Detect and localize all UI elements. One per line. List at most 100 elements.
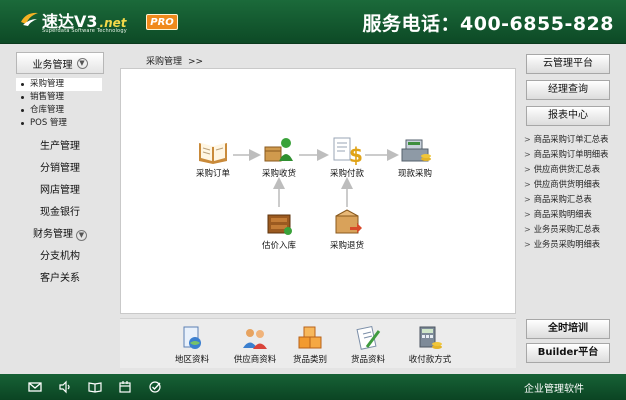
footer-product-label: 企业管理软件 bbox=[524, 384, 584, 395]
breadcrumb-separator: >> bbox=[188, 57, 204, 67]
report-link[interactable]: > 业务员采购明细表 bbox=[524, 237, 614, 252]
chevron-right-icon: > bbox=[524, 225, 531, 234]
flow-node-valuation-inbound[interactable]: 估价入库 bbox=[249, 207, 309, 251]
business-management-menu[interactable]: 业务管理 ▼ bbox=[16, 52, 104, 74]
people-icon bbox=[243, 329, 267, 349]
chevron-right-icon: > bbox=[524, 210, 531, 219]
flow-node-purchase-payment[interactable]: $ 采购付款 bbox=[317, 135, 377, 179]
report-link-label: 业务员采购汇总表 bbox=[533, 224, 601, 234]
document-pencil-icon bbox=[356, 325, 381, 350]
submenu-item-pos[interactable]: POS 管理 bbox=[16, 117, 102, 130]
chevron-down-icon: ▼ bbox=[76, 57, 88, 69]
nav-list: 生产管理 分销管理 网店管理 现金银行 财务管理 ▼ 分支机构 客户关系 bbox=[12, 136, 106, 290]
sidebar-item-label: 财务管理 bbox=[33, 229, 73, 240]
report-link[interactable]: > 商品采购订单汇总表 bbox=[524, 132, 614, 147]
boxes-icon bbox=[298, 326, 322, 349]
sidebar-item-online-store[interactable]: 网店管理 bbox=[16, 180, 104, 202]
svg-text:$: $ bbox=[349, 143, 363, 165]
logo-tagline: Superdata Software Technology bbox=[42, 28, 127, 34]
sidebar-item-production[interactable]: 生产管理 bbox=[16, 136, 104, 158]
report-link[interactable]: > 供应商供货明细表 bbox=[524, 177, 614, 192]
quick-item-region[interactable]: 地区资料 bbox=[162, 325, 222, 365]
logo-swoosh-icon bbox=[21, 12, 38, 26]
chevron-right-icon: > bbox=[524, 240, 531, 249]
report-link[interactable]: > 商品采购明细表 bbox=[524, 207, 614, 222]
report-links: > 商品采购订单汇总表 > 商品采购订单明细表 > 供应商供货汇总表 > 供应商供货明细… bbox=[524, 132, 614, 252]
flow-node-label: 采购退货 bbox=[329, 241, 364, 251]
report-link-label: 供应商供货明细表 bbox=[533, 179, 601, 189]
submenu-item-warehouse[interactable]: 仓库管理 bbox=[16, 104, 102, 117]
sidebar-item-customer-relations[interactable]: 客户关系 bbox=[16, 268, 104, 290]
calendar-icon[interactable] bbox=[118, 380, 132, 394]
flow-node-label: 现款采购 bbox=[397, 169, 432, 179]
report-link-label: 商品采购明细表 bbox=[533, 209, 592, 219]
quick-item-supplier[interactable]: 供应商资料 bbox=[225, 325, 285, 365]
chevron-right-icon: > bbox=[524, 150, 531, 159]
report-link-label: 商品采购汇总表 bbox=[533, 194, 592, 204]
speaker-icon[interactable] bbox=[58, 380, 72, 394]
business-submenu: 采购管理 销售管理 仓库管理 POS 管理 bbox=[16, 78, 102, 130]
chevron-down-icon: ▼ bbox=[76, 229, 87, 241]
calculator-coins-icon bbox=[419, 326, 442, 349]
chevron-right-icon: > bbox=[524, 165, 531, 174]
sidebar-item-distribution[interactable]: 分销管理 bbox=[16, 158, 104, 180]
sidebar-item-branches[interactable]: 分支机构 bbox=[16, 246, 104, 268]
quick-item-payment-method[interactable]: 收付款方式 bbox=[400, 325, 460, 365]
flow-node-label: 估价入库 bbox=[261, 241, 296, 251]
menu-head-label: 业务管理 bbox=[32, 59, 73, 71]
submenu-item-sales[interactable]: 销售管理 bbox=[16, 91, 102, 104]
quick-item-label: 地区资料 bbox=[174, 355, 209, 365]
chevron-right-icon: > bbox=[524, 180, 531, 189]
right-panel: 云管理平台 经理查询 报表中心 > 商品采购订单汇总表 > 商品采购订单明细表 > 供… bbox=[524, 54, 614, 252]
quick-item-goods-category[interactable]: 货品类别 bbox=[280, 325, 340, 365]
report-center-button[interactable]: 报表中心 bbox=[526, 106, 610, 126]
sidebar-item-label: 分支机构 bbox=[40, 251, 80, 262]
breadcrumb-label: 采购管理 bbox=[146, 57, 183, 67]
report-link[interactable]: > 供应商供货汇总表 bbox=[524, 162, 614, 177]
purchase-flow-panel: 采购订单 采购收货 $ 采购付款 现款采购 估价入库 采购退货 bbox=[120, 68, 516, 314]
book-icon[interactable] bbox=[88, 380, 102, 394]
quick-item-goods-data[interactable]: 货品资料 bbox=[338, 325, 398, 365]
invoice-dollar-icon: $ bbox=[333, 137, 363, 165]
report-link[interactable]: > 商品采购订单明细表 bbox=[524, 147, 614, 162]
return-box-icon bbox=[335, 209, 362, 234]
storage-box-icon bbox=[267, 214, 292, 235]
report-link-label: 供应商供货汇总表 bbox=[533, 164, 601, 174]
chevron-right-icon: > bbox=[524, 135, 531, 144]
app-window: 速达V3 .net Superdata Software Technology P… bbox=[0, 0, 626, 400]
footer-bar: 企业管理软件 bbox=[0, 374, 626, 400]
flow-node-label: 采购付款 bbox=[329, 169, 364, 179]
quick-access-bar: 地区资料 供应商资料 货品类别 货品资料 收付款方式 bbox=[120, 318, 516, 368]
mail-icon[interactable] bbox=[28, 380, 42, 394]
flow-node-purchase-receive[interactable]: 采购收货 bbox=[249, 135, 309, 179]
breadcrumb: 采购管理 >> bbox=[146, 54, 203, 67]
training-button[interactable]: 全时培训 bbox=[526, 319, 610, 339]
submenu-item-purchase[interactable]: 采购管理 bbox=[16, 78, 102, 91]
builder-platform-button[interactable]: Builder平台 bbox=[526, 343, 610, 363]
quick-item-label: 货品资料 bbox=[350, 355, 385, 365]
sidebar-item-finance[interactable]: 财务管理 ▼ bbox=[16, 224, 104, 246]
sidebar-item-label: 生产管理 bbox=[40, 141, 80, 152]
check-icon[interactable] bbox=[148, 380, 162, 394]
left-sidebar: 业务管理 ▼ 采购管理 销售管理 仓库管理 POS 管理 生产管理 分销管理 网… bbox=[12, 52, 106, 290]
pro-badge: PRO bbox=[146, 14, 178, 30]
sidebar-item-label: 客户关系 bbox=[40, 273, 80, 284]
report-link[interactable]: > 业务员采购汇总表 bbox=[524, 222, 614, 237]
flow-node-purchase-return[interactable]: 采购退货 bbox=[317, 207, 377, 251]
report-link[interactable]: > 商品采购汇总表 bbox=[524, 192, 614, 207]
flow-node-cash-purchase[interactable]: 现款采购 bbox=[385, 135, 445, 179]
manager-query-button[interactable]: 经理查询 bbox=[526, 80, 610, 100]
sidebar-item-label: 现金银行 bbox=[40, 207, 80, 218]
report-link-label: 商品采购订单明细表 bbox=[533, 149, 609, 159]
report-link-label: 商品采购订单汇总表 bbox=[533, 134, 609, 144]
sidebar-item-label: 网店管理 bbox=[40, 185, 80, 196]
box-person-icon bbox=[264, 138, 293, 162]
report-link-label: 业务员采购明细表 bbox=[533, 239, 601, 249]
flow-node-purchase-order[interactable]: 采购订单 bbox=[183, 135, 243, 179]
cloud-management-button[interactable]: 云管理平台 bbox=[526, 54, 610, 74]
cash-register-icon bbox=[401, 139, 431, 162]
sidebar-item-cash-bank[interactable]: 现金银行 bbox=[16, 202, 104, 224]
globe-document-icon bbox=[183, 326, 201, 349]
quick-item-label: 供应商资料 bbox=[233, 355, 277, 365]
service-phone: 服务电话：400-6855-828 bbox=[362, 13, 614, 35]
